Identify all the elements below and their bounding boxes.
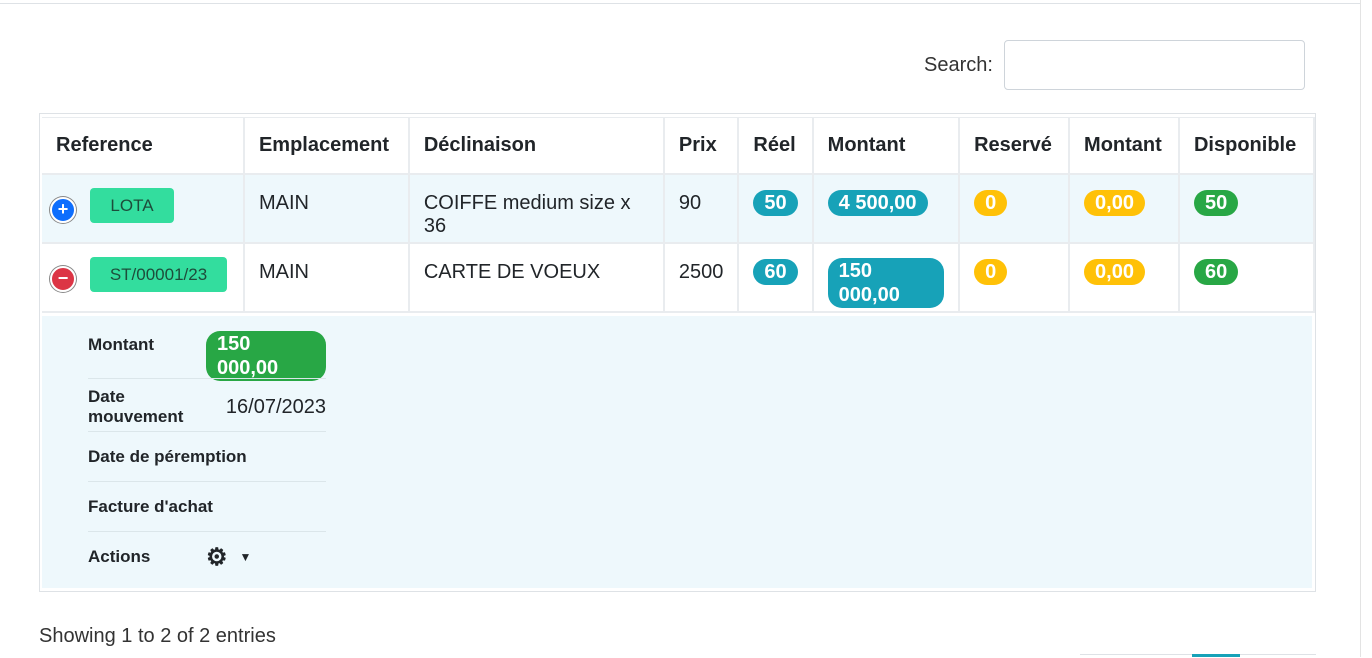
search-label: Search: (924, 53, 993, 76)
montant-cell: 4 500,00 (813, 175, 961, 244)
col-prix[interactable]: Prix (664, 117, 740, 175)
col-emplacement[interactable]: Emplacement (244, 117, 410, 175)
reference-button[interactable]: ST/00001/23 (90, 257, 227, 292)
detail-date-mouvement-label: Date mouvement (88, 387, 184, 426)
disponible-badge: 50 (1193, 190, 1239, 216)
detail-actions-label: Actions (88, 547, 151, 566)
detail-facture-label: Facture d'achat (88, 497, 213, 516)
detail-montant-badge: 150 000,00 (206, 331, 326, 381)
stock-table-wrapper: Reference Emplacement Déclinaison Prix R… (39, 113, 1316, 592)
declinaison-cell: COIFFE medium size x 36 (409, 175, 665, 244)
reel-cell: 50 (739, 175, 814, 244)
reference-button[interactable]: LOTA (90, 188, 174, 223)
reference-cell: − ST/00001/23 (42, 244, 245, 313)
emplacement-cell: MAIN (244, 175, 410, 244)
row-detail-panel: Montant 150 000,00 Date mouvement 16/07/… (42, 316, 1312, 588)
table-info: Showing 1 to 2 of 2 entries (39, 625, 276, 647)
detail-separator (88, 531, 326, 532)
prix-cell: 90 (664, 175, 740, 244)
detail-separator (88, 481, 326, 482)
gear-icon: ⚙ (206, 543, 228, 571)
detail-date-peremption-label: Date de péremption (88, 447, 247, 466)
montant-badge: 150 000,00 (827, 258, 945, 308)
top-border (0, 0, 1360, 4)
prix-cell: 2500 (664, 244, 740, 313)
search-input[interactable] (1003, 40, 1305, 90)
detail-separator (88, 431, 326, 432)
table-row[interactable]: + LOTA MAIN COIFFE medium size x 36 90 5… (42, 175, 1315, 244)
disponible-cell: 60 (1179, 244, 1315, 313)
reel-badge: 60 (753, 259, 798, 285)
detail-montant-label: Montant (88, 335, 155, 354)
actions-dropdown-button[interactable]: ⚙ ▼ (206, 543, 251, 572)
disponible-cell: 50 (1179, 175, 1315, 244)
caret-down-icon: ▼ (239, 550, 252, 564)
col-reel[interactable]: Réel (739, 117, 814, 175)
montant-reserve-badge: 0,00 (1084, 259, 1145, 285)
disponible-badge: 60 (1193, 259, 1239, 285)
search-box: Search: (924, 40, 1305, 90)
scrollbar-edge (1360, 0, 1361, 657)
montant-cell: 150 000,00 (813, 244, 961, 313)
reel-badge: 50 (753, 190, 798, 216)
col-montant-reserve[interactable]: Montant (1070, 117, 1180, 175)
collapse-row-icon[interactable]: − (50, 266, 76, 292)
reserve-cell: 0 (960, 244, 1071, 313)
detail-date-peremption: Date de péremption (88, 442, 326, 482)
stock-table: Reference Emplacement Déclinaison Prix R… (42, 117, 1315, 313)
reel-cell: 60 (739, 244, 814, 313)
reference-cell: + LOTA (42, 175, 245, 244)
reserve-badge: 0 (974, 259, 1008, 285)
detail-montant: Montant 150 000,00 (88, 330, 326, 381)
table-row[interactable]: − ST/00001/23 MAIN CARTE DE VOEUX 2500 6… (42, 244, 1315, 313)
table-header-row: Reference Emplacement Déclinaison Prix R… (42, 117, 1315, 175)
detail-date-mouvement: Date mouvement 16/07/2023 (88, 387, 326, 432)
declinaison-cell: CARTE DE VOEUX (409, 244, 665, 313)
col-declinaison[interactable]: Déclinaison (409, 117, 665, 175)
reserve-cell: 0 (960, 175, 1071, 244)
detail-date-mouvement-value: 16/07/2023 (225, 395, 326, 418)
detail-separator (88, 378, 326, 379)
detail-actions: Actions ⚙ ▼ (88, 542, 326, 572)
col-disponible[interactable]: Disponible (1179, 117, 1315, 175)
reserve-badge: 0 (974, 190, 1008, 216)
col-reserve[interactable]: Reservé (960, 117, 1071, 175)
montant-badge: 4 500,00 (827, 190, 928, 216)
montant-reserve-cell: 0,00 (1070, 175, 1180, 244)
col-reference[interactable]: Reference (42, 117, 245, 175)
emplacement-cell: MAIN (244, 244, 410, 313)
montant-reserve-badge: 0,00 (1084, 190, 1145, 216)
montant-reserve-cell: 0,00 (1070, 244, 1180, 313)
col-montant[interactable]: Montant (813, 117, 961, 175)
expand-row-icon[interactable]: + (50, 197, 76, 223)
detail-facture-achat: Facture d'achat (88, 492, 326, 532)
